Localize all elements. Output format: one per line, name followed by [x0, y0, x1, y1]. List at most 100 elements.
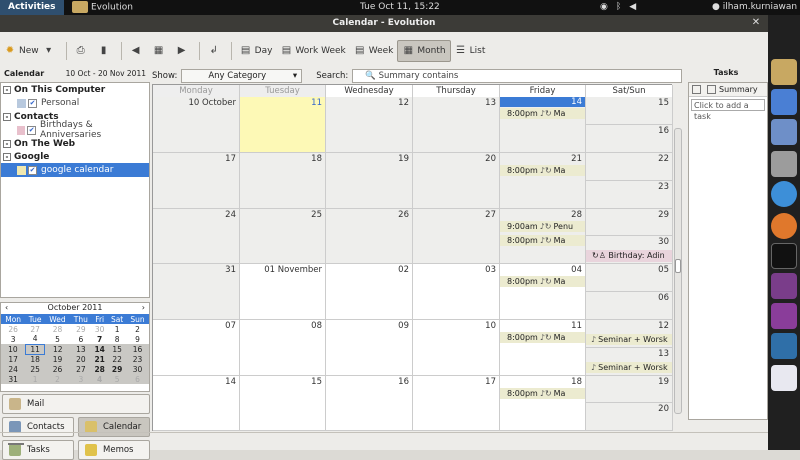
mini-day[interactable]: 5: [45, 334, 70, 344]
mini-day[interactable]: 16: [126, 344, 149, 354]
day-cell[interactable]: 04 8:00pm ♪↻ Ma: [500, 264, 586, 320]
mini-day[interactable]: 7: [92, 334, 108, 344]
mini-day[interactable]: 27: [25, 324, 45, 334]
day-cell[interactable]: 13: [413, 97, 500, 153]
mini-day[interactable]: 2: [44, 374, 71, 384]
mini-day[interactable]: 25: [25, 364, 45, 374]
activities-button[interactable]: Activities: [0, 0, 64, 15]
event-item[interactable]: ♪ Seminar + Worsk: [586, 334, 672, 345]
day-cell-today[interactable]: 11: [240, 97, 326, 153]
day-cell[interactable]: 17: [413, 376, 500, 431]
day-cell-sun[interactable]: 23: [586, 181, 673, 209]
mini-day[interactable]: 1: [108, 324, 127, 334]
volume-icon[interactable]: ◀: [629, 2, 644, 12]
new-button[interactable]: ✹ New ▾: [0, 40, 62, 62]
view-week-button[interactable]: ▤ Week: [350, 40, 398, 62]
day-cell[interactable]: 10 October: [153, 97, 240, 153]
day-cell[interactable]: 17: [153, 153, 240, 209]
mini-day[interactable]: 5: [107, 374, 127, 384]
day-cell-sat[interactable]: 22: [586, 153, 673, 181]
mini-day[interactable]: 15: [107, 344, 127, 354]
mini-day[interactable]: 10: [1, 344, 26, 354]
goto-date-button[interactable]: ↲: [204, 40, 227, 62]
mini-day[interactable]: 17: [1, 354, 26, 364]
collapse-icon[interactable]: -: [3, 139, 11, 148]
monitor-dock-icon[interactable]: [771, 333, 797, 359]
summary-column[interactable]: Summary: [719, 85, 758, 94]
event-item[interactable]: 8:00pm ♪↻ Ma: [500, 108, 585, 119]
day-cell-sat[interactable]: 29: [586, 209, 673, 236]
day-cell[interactable]: 20: [413, 153, 500, 209]
day-cell[interactable]: 14: [153, 376, 240, 431]
mini-day[interactable]: 6: [126, 374, 149, 384]
checkbox-icon[interactable]: [707, 85, 716, 94]
day-cell[interactable]: 21 8:00pm ♪↻ Ma: [500, 153, 586, 209]
mini-day-today[interactable]: 11: [24, 343, 46, 355]
day-cell[interactable]: 24: [153, 209, 240, 264]
mini-day[interactable]: 28: [45, 324, 70, 334]
source-birthdays[interactable]: ✔ Birthdays & Anniversaries: [1, 120, 149, 140]
event-item[interactable]: 8:00pm ♪↻ Ma: [500, 276, 585, 287]
mini-day[interactable]: 9: [127, 334, 149, 344]
mini-day[interactable]: 18: [25, 354, 45, 364]
previous-button[interactable]: ◀: [126, 40, 149, 62]
day-cell[interactable]: 12: [326, 97, 413, 153]
close-icon[interactable]: ✕: [750, 17, 762, 29]
collapse-icon[interactable]: -: [3, 85, 11, 94]
mini-day[interactable]: 23: [126, 354, 149, 364]
source-checkbox[interactable]: ✔: [28, 98, 37, 108]
chrome-dock-icon[interactable]: [771, 181, 797, 207]
empathy-dock-icon[interactable]: [771, 89, 797, 115]
day-cell[interactable]: 15: [240, 376, 326, 431]
source-google-calendar[interactable]: ✔ google calendar: [1, 163, 149, 177]
next-month-icon[interactable]: ›: [142, 303, 145, 314]
firefox-dock-icon[interactable]: [771, 213, 797, 239]
day-cell[interactable]: 27: [413, 209, 500, 264]
event-item[interactable]: 8:00pm ♪↻ Ma: [500, 332, 585, 343]
mini-day[interactable]: 29: [70, 324, 92, 334]
mini-day[interactable]: 30: [92, 324, 108, 334]
delete-button[interactable]: ▮: [94, 40, 117, 62]
category-select[interactable]: Any Category: [181, 69, 303, 83]
birthday-event[interactable]: ↻♙ Birthday: Adin: [586, 250, 672, 262]
day-cell[interactable]: 14 8:00pm ♪↻ Ma: [500, 97, 586, 153]
mini-day[interactable]: 31: [1, 374, 26, 384]
day-cell[interactable]: 03: [413, 264, 500, 320]
day-cell-sun[interactable]: 16: [586, 125, 673, 153]
mini-day[interactable]: 24: [1, 364, 26, 374]
day-cell[interactable]: 28 9:00am ♪↻ Penu 8:00pm ♪↻ Ma: [500, 209, 586, 264]
event-item[interactable]: 9:00am ♪↻ Penu: [500, 221, 585, 232]
mail-button[interactable]: Mail: [2, 394, 150, 414]
day-cell-sun[interactable]: 06: [586, 292, 673, 320]
day-cell-sun[interactable]: 20: [586, 403, 673, 431]
day-cell[interactable]: 31: [153, 264, 240, 320]
mini-day[interactable]: 27: [70, 364, 92, 374]
view-list-button[interactable]: ☰ List: [451, 40, 490, 62]
mini-day[interactable]: 8: [108, 334, 127, 344]
mini-day[interactable]: 4: [91, 374, 108, 384]
day-cell[interactable]: 18 8:00pm ♪↻ Ma: [500, 376, 586, 431]
view-day-button[interactable]: ▤ Day: [236, 40, 277, 62]
clock[interactable]: Tue Oct 11, 15:22: [360, 2, 440, 12]
media-dock-icon[interactable]: [771, 303, 797, 329]
source-checkbox[interactable]: ✔: [28, 165, 37, 175]
mini-day[interactable]: 26: [1, 324, 25, 334]
day-cell-sat[interactable]: 12 ♪ Seminar + Worsk: [586, 320, 673, 348]
offline-toggle-icon[interactable]: [8, 437, 24, 445]
day-cell-sun[interactable]: 13 ♪ Seminar + Worsk: [586, 348, 673, 376]
mini-day[interactable]: 3: [70, 374, 92, 384]
day-cell-sat[interactable]: 19: [586, 376, 673, 403]
mini-day[interactable]: 26: [44, 364, 71, 374]
user-menu[interactable]: ● ilham.kurniawan: [712, 2, 797, 12]
mini-day[interactable]: 6: [70, 334, 92, 344]
media-dock-icon[interactable]: [771, 273, 797, 299]
collapse-icon[interactable]: -: [3, 152, 11, 161]
today-button[interactable]: ▦: [149, 40, 172, 62]
event-item[interactable]: 8:00pm ♪↻ Ma: [500, 388, 585, 399]
day-cell[interactable]: 26: [326, 209, 413, 264]
day-cell[interactable]: 25: [240, 209, 326, 264]
mini-day[interactable]: 3: [1, 334, 25, 344]
month-scrollbar[interactable]: [674, 128, 682, 414]
day-cell-sun[interactable]: 30 ↻♙ Birthday: Adin: [586, 236, 673, 264]
mini-day[interactable]: 2: [127, 324, 149, 334]
